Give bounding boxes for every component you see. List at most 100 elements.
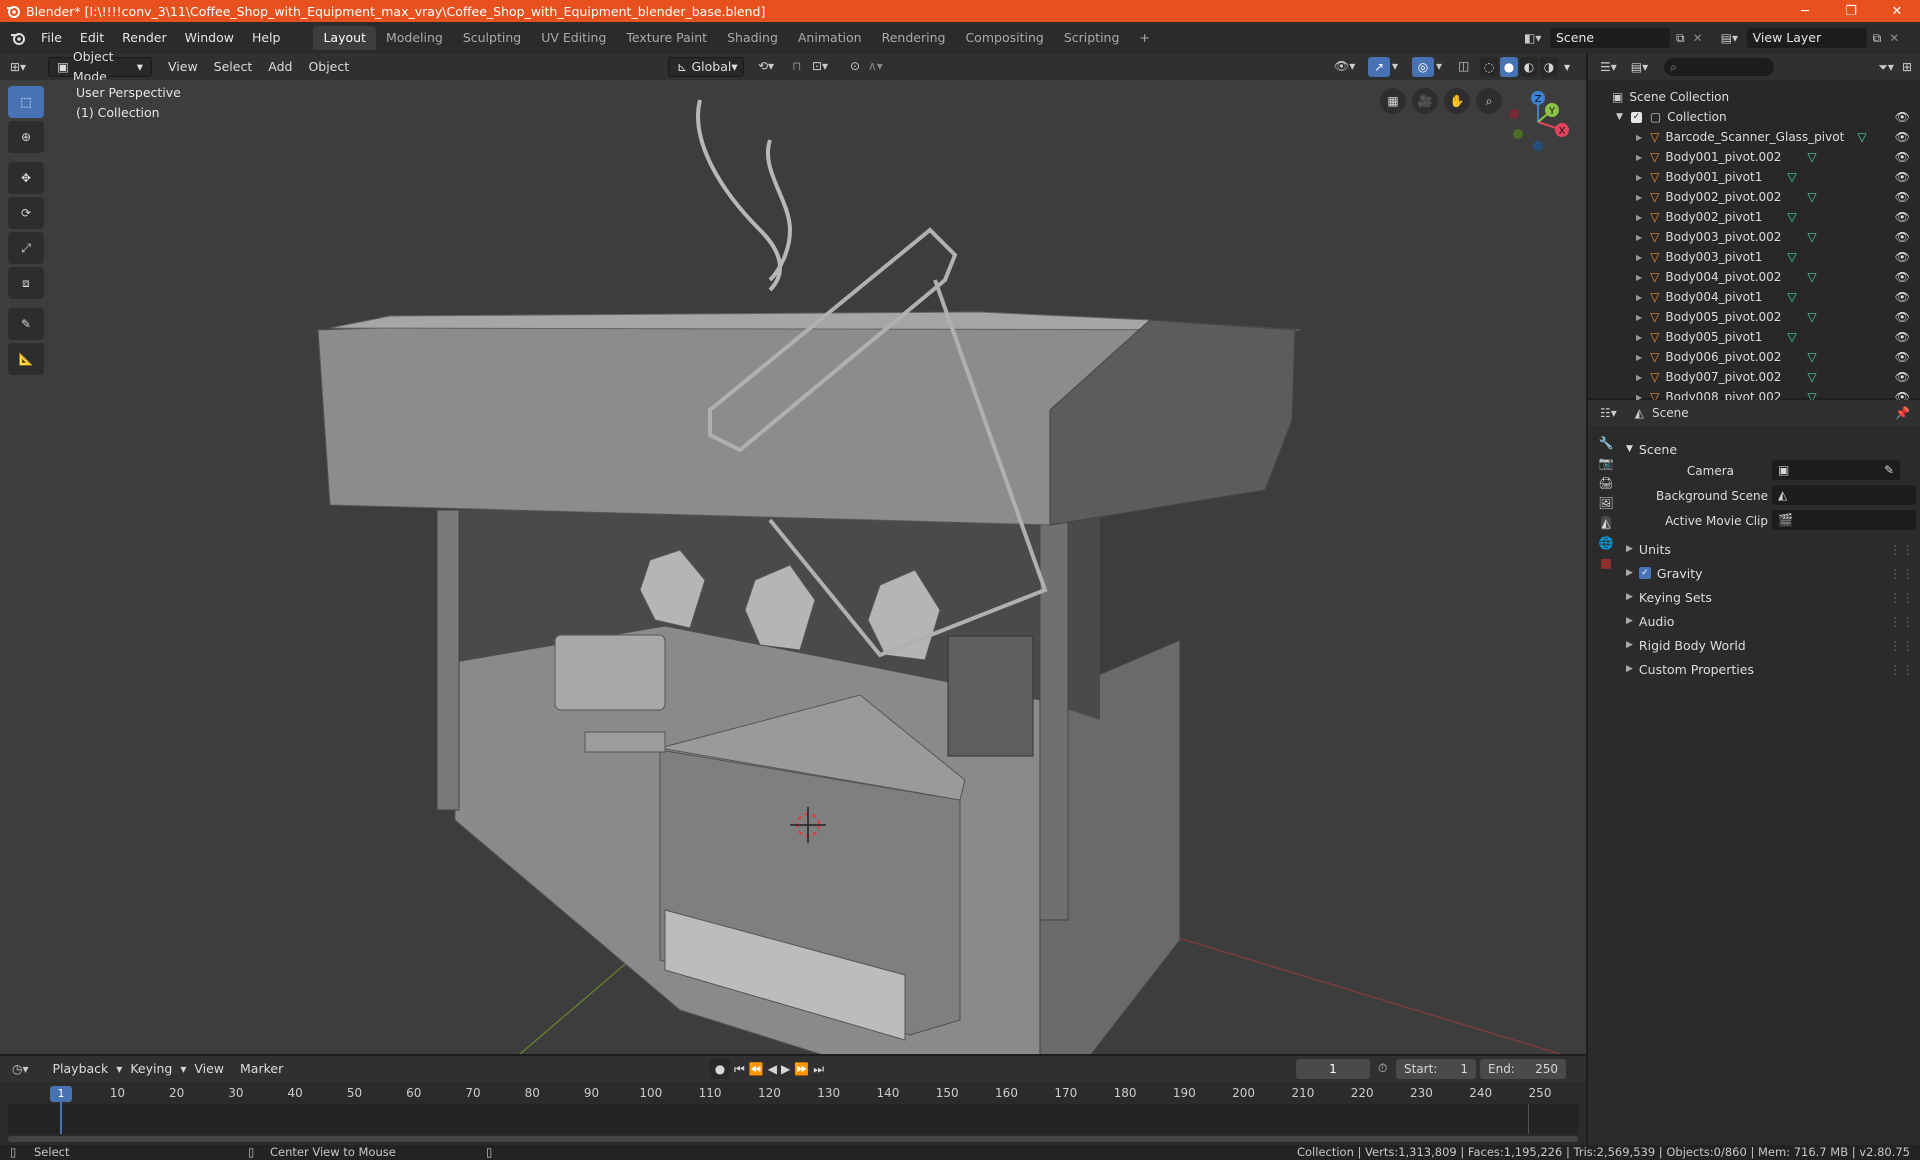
eye-icon[interactable]: 👁 (1895, 250, 1910, 264)
drag-handle-icon[interactable]: ⋮⋮ (1889, 638, 1914, 653)
panel-keying-sets[interactable]: ▶ Keying Sets ⋮⋮ (1626, 586, 1920, 608)
xray-toggle-icon[interactable]: ◫ (1458, 59, 1469, 73)
shading-dropdown-icon[interactable]: ▾ (1560, 57, 1574, 77)
menu-help[interactable]: Help (243, 27, 290, 49)
expand-arrow-icon[interactable]: ▶ (1636, 213, 1642, 222)
outliner-row-object[interactable]: ▶ ▽ Body001_pivot.002 ▽ 👁 (1588, 147, 1920, 167)
timeline-menu-keying[interactable]: Keying (122, 1059, 180, 1079)
eye-icon[interactable]: 👁 (1895, 270, 1910, 284)
current-frame-field[interactable]: 1 (1296, 1059, 1370, 1079)
mesh-data-icon[interactable]: ▽ (1807, 150, 1816, 164)
eye-icon[interactable]: 👁 (1895, 230, 1910, 244)
mesh-data-icon[interactable]: ▽ (1787, 250, 1796, 264)
outliner-row-object[interactable]: ▶ ▽ Body004_pivot1 ▽ 👁 (1588, 287, 1920, 307)
solid-shading-icon[interactable]: ● (1500, 57, 1518, 77)
panel-units[interactable]: ▶ Units ⋮⋮ (1626, 538, 1920, 560)
eye-icon[interactable]: 👁 (1895, 290, 1910, 304)
jump-start-icon[interactable]: ⏮ (734, 1062, 745, 1077)
scene-copy-icon[interactable]: ⧉ (1676, 31, 1685, 46)
select-box-tool[interactable]: ⬚ (8, 86, 44, 118)
view-layer-copy-icon[interactable]: ⧉ (1873, 31, 1882, 46)
rotate-tool[interactable]: ⟳ (8, 197, 44, 229)
transform-tool[interactable]: ⧈ (8, 267, 44, 299)
object-visibility-icon[interactable]: 👁▾ (1334, 59, 1355, 73)
view-layer-remove-icon[interactable]: ✕ (1889, 31, 1899, 45)
jump-end-icon[interactable]: ⏭ (813, 1062, 824, 1077)
expand-arrow-icon[interactable]: ▶ (1636, 273, 1642, 282)
menu-render[interactable]: Render (113, 27, 176, 49)
viewport-menu-add[interactable]: Add (260, 57, 300, 77)
eye-icon[interactable]: 👁 (1895, 370, 1910, 384)
mesh-data-icon[interactable]: ▽ (1787, 210, 1796, 224)
render-tab-icon[interactable]: 📷 (1599, 456, 1614, 470)
mesh-data-icon[interactable]: ▽ (1807, 230, 1816, 244)
scene-selector-icon[interactable]: ◧▾ (1524, 31, 1550, 45)
view-layer-tab-icon[interactable]: 🖼 (1598, 496, 1613, 510)
drag-handle-icon[interactable]: ⋮⋮ (1889, 566, 1914, 581)
jump-keyframe-back-icon[interactable]: ⏪ (749, 1062, 764, 1076)
tab-modeling[interactable]: Modeling (376, 26, 453, 50)
tool-tab-icon[interactable]: 🔧 (1599, 436, 1614, 450)
outliner-row-collection[interactable]: ▼ ✓ ▢ Collection 👁 (1588, 107, 1920, 127)
mesh-data-icon[interactable]: ▽ (1857, 130, 1866, 144)
drag-handle-icon[interactable]: ⋮⋮ (1889, 662, 1914, 677)
pivot-point-icon[interactable]: ⟲▾ (758, 59, 774, 73)
measure-tool[interactable]: 📐 (8, 343, 44, 375)
proportional-falloff-icon[interactable]: ∧▾ (868, 59, 883, 73)
menu-window[interactable]: Window (176, 27, 243, 49)
outliner-row-object[interactable]: ▶ ▽ Body002_pivot1 ▽ 👁 (1588, 207, 1920, 227)
eye-icon[interactable]: 👁 (1895, 110, 1910, 124)
expand-arrow-icon[interactable]: ▶ (1636, 173, 1642, 182)
outliner-row-object[interactable]: ▶ ▽ Body007_pivot.002 ▽ 👁 (1588, 367, 1920, 387)
scene-tab-icon[interactable]: ◭ (1601, 516, 1611, 530)
tab-animation[interactable]: Animation (788, 26, 872, 50)
tab-compositing[interactable]: Compositing (955, 26, 1053, 50)
eye-icon[interactable]: 👁 (1895, 190, 1910, 204)
overlay-dropdown-icon[interactable]: ▾ (1436, 59, 1442, 73)
eye-icon[interactable]: 👁 (1895, 310, 1910, 324)
viewport-menu-view[interactable]: View (160, 57, 206, 77)
zoom-icon[interactable]: ⌕ (1476, 88, 1502, 114)
outliner-row-object[interactable]: ▶ ▽ Body005_pivot.002 ▽ 👁 (1588, 307, 1920, 327)
playhead-frame-marker[interactable]: 1 (50, 1086, 72, 1102)
menu-edit[interactable]: Edit (71, 27, 113, 49)
drag-handle-icon[interactable]: ⋮⋮ (1889, 614, 1914, 629)
menu-file[interactable]: File (32, 27, 71, 49)
drag-handle-icon[interactable]: ⋮⋮ (1889, 542, 1914, 557)
eyedropper-icon[interactable]: ✎ (1884, 463, 1894, 477)
snap-element-icon[interactable]: ⊡▾ (812, 59, 828, 73)
eye-icon[interactable]: 👁 (1895, 150, 1910, 164)
timeline-menu-view[interactable]: View (186, 1059, 232, 1079)
outliner-row-object[interactable]: ▶ ▽ Body003_pivot1 ▽ 👁 (1588, 247, 1920, 267)
outliner-row-object[interactable]: ▶ ▽ Body001_pivot1 ▽ 👁 (1588, 167, 1920, 187)
timeline-editor-type-icon[interactable]: ◷▾ (12, 1062, 29, 1076)
eye-icon[interactable]: 👁 (1895, 330, 1910, 344)
play-icon[interactable]: ▶ (781, 1062, 790, 1076)
expand-arrow-icon[interactable]: ▶ (1636, 373, 1642, 382)
mesh-data-icon[interactable]: ▽ (1787, 330, 1796, 344)
record-icon[interactable]: ● (710, 1059, 730, 1079)
expand-arrow-icon[interactable]: ▶ (1636, 133, 1642, 142)
active-movie-clip-field[interactable]: 🎬 (1772, 510, 1916, 530)
mesh-data-icon[interactable]: ▽ (1787, 170, 1796, 184)
properties-editor-type-icon[interactable]: ☷▾ (1600, 406, 1617, 420)
tab-shading[interactable]: Shading (717, 26, 788, 50)
cursor-tool[interactable]: ⊕ (8, 121, 44, 153)
output-tab-icon[interactable]: 🖨 (1598, 476, 1613, 490)
filter-icon[interactable]: ⏷▾ (1878, 60, 1894, 75)
stopwatch-icon[interactable]: ⏱ (1378, 1061, 1387, 1076)
editor-type-icon[interactable]: ⊞▾ (10, 60, 38, 74)
tab-layout[interactable]: Layout (313, 26, 376, 50)
view-layer-field[interactable]: View Layer (1746, 28, 1867, 48)
outliner-row-object[interactable]: ▶ ▽ Barcode_Scanner_Glass_pivot ▽ 👁 (1588, 127, 1920, 147)
expand-arrow-icon[interactable]: ▶ (1636, 313, 1642, 322)
eye-icon[interactable]: 👁 (1895, 170, 1910, 184)
add-workspace-button[interactable]: + (1129, 26, 1159, 50)
proportional-edit-icon[interactable]: ⊙ (850, 59, 860, 73)
tab-texture-paint[interactable]: Texture Paint (616, 26, 717, 50)
timeline-menu-marker[interactable]: Marker (232, 1059, 291, 1079)
mesh-data-icon[interactable]: ▽ (1807, 350, 1816, 364)
expand-arrow-icon[interactable]: ▶ (1636, 233, 1642, 242)
collection-checkbox[interactable]: ✓ (1630, 111, 1642, 123)
outliner-row-scene-collection[interactable]: ▣ Scene Collection (1588, 87, 1920, 107)
